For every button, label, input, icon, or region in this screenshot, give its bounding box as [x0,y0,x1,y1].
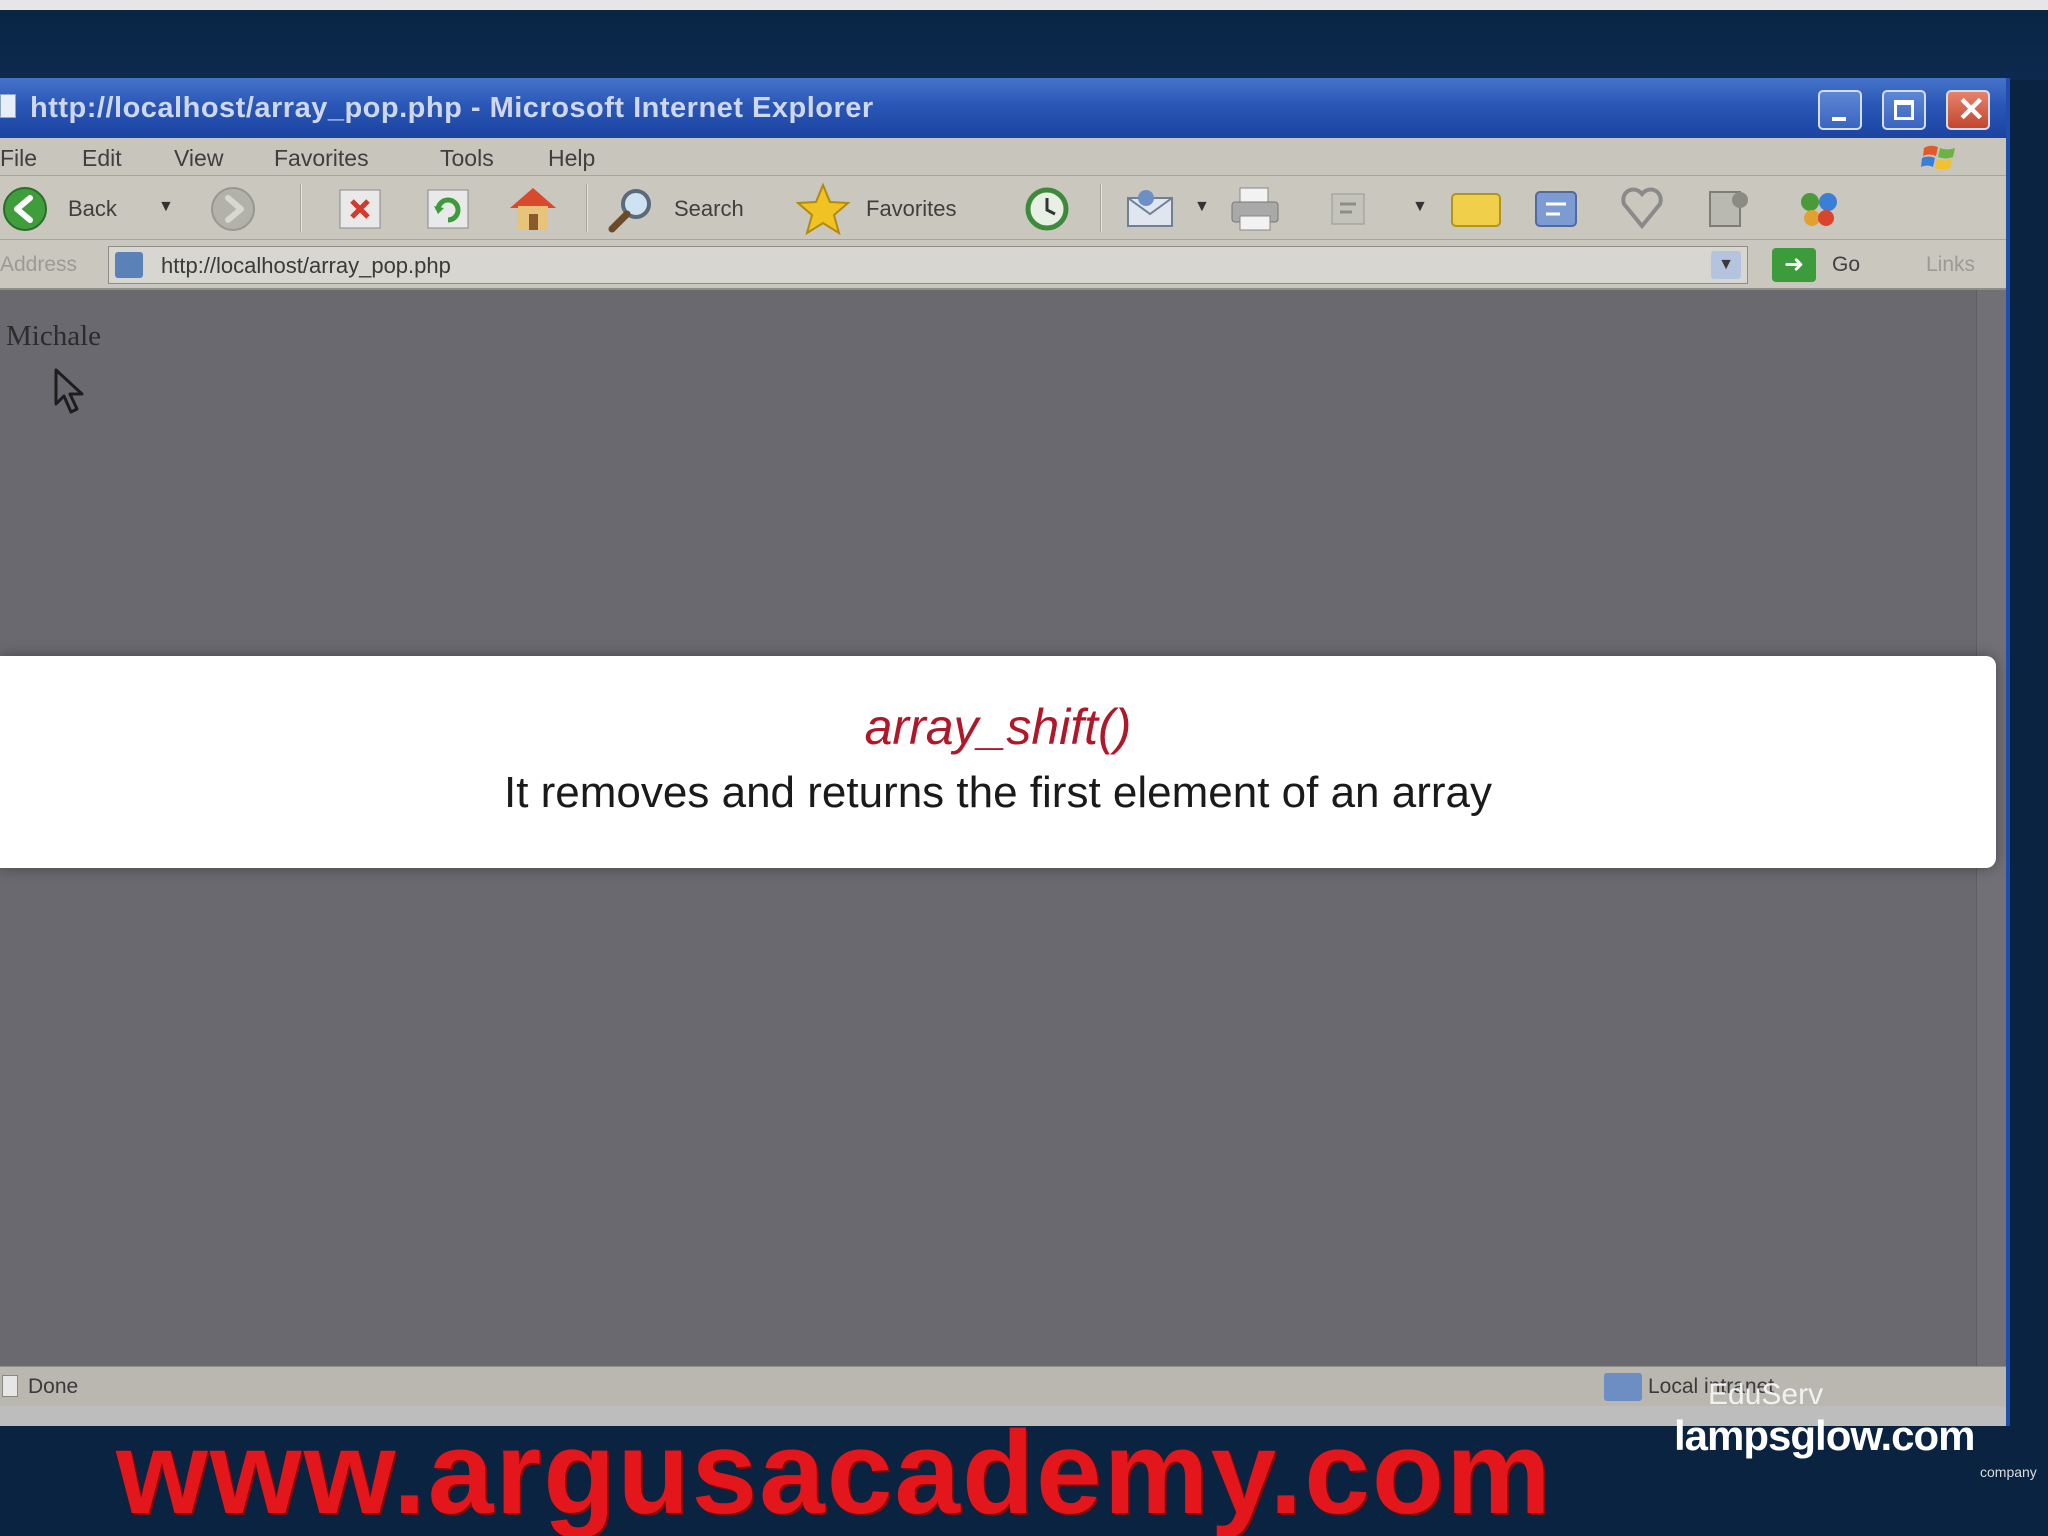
forward-arrow-icon[interactable] [210,186,256,232]
back-arrow-icon[interactable] [2,186,48,232]
page-output-text: Michale [6,320,102,352]
address-bar: Address http://localhost/array_pop.php ▼… [0,240,2006,290]
logo-watermark-sub: company [1980,1464,2037,1480]
status-text: Done [28,1375,79,1398]
mail-icon[interactable] [1124,186,1184,232]
menu-tools[interactable]: Tools [440,145,494,172]
maximize-button[interactable] [1882,90,1926,130]
function-name: array_shift() [864,699,1132,755]
discuss-icon[interactable] [1448,186,1506,232]
toolbar-separator [586,184,588,232]
tools-extension-icon[interactable] [1700,184,1756,234]
logo-watermark: EduServ lampsglow.com company [1668,1378,2048,1498]
edit-dropdown-icon[interactable]: ▼ [1412,198,1428,216]
logo-watermark-main: lampsglow.com [1674,1412,1976,1459]
top-strip [0,0,2048,10]
messenger-icon[interactable] [1530,184,1586,234]
back-dropdown-icon[interactable]: ▼ [158,198,174,216]
go-button[interactable]: Go [1832,253,1860,277]
address-url[interactable]: http://localhost/array_pop.php [161,253,451,279]
favorites-star-icon[interactable] [794,182,852,236]
function-description: It removes and returns the first element… [503,768,1492,817]
research-icon[interactable] [1614,184,1670,234]
menu-view[interactable]: View [174,145,223,172]
close-icon: ✕ [1957,91,1986,129]
links-button[interactable]: Links [1926,253,1975,277]
windows-logo-icon [1921,145,1955,170]
toolbar-separator [300,184,302,232]
go-arrow-icon[interactable]: ➜ [1772,248,1816,282]
ie-page-icon [0,94,16,118]
menu-help[interactable]: Help [548,145,595,172]
maximize-icon [1894,100,1914,120]
mouse-cursor-icon [54,368,84,414]
home-icon[interactable] [504,182,562,234]
window-title: http://localhost/array_pop.php - Microso… [30,92,874,124]
minimize-icon [1832,117,1846,121]
page-status-icon [2,1375,18,1397]
toolbar-separator [1100,184,1102,232]
site-watermark: www.argusacademy.com [116,1407,1553,1536]
minimize-button[interactable] [1818,90,1862,130]
tutorial-caption-banner: array_shift() It removes and returns the… [0,656,1996,868]
print-icon[interactable] [1226,184,1286,234]
logo-watermark-top: EduServ [1708,1378,1824,1411]
address-dropdown-icon[interactable]: ▼ [1711,251,1741,279]
address-label: Address [0,253,78,276]
desktop-background [0,10,2048,80]
menu-bar: File Edit View Favorites Tools Help [0,138,2006,176]
close-button[interactable]: ✕ [1946,90,1990,130]
mail-dropdown-icon[interactable]: ▼ [1194,198,1210,216]
intranet-zone-icon [1604,1373,1642,1401]
page-favicon-icon [115,252,143,278]
refresh-icon[interactable] [424,186,472,232]
favorites-label[interactable]: Favorites [866,196,956,222]
title-bar[interactable]: http://localhost/array_pop.php - Microso… [0,78,2006,138]
address-field[interactable]: http://localhost/array_pop.php ▼ [108,246,1748,284]
menu-file[interactable]: File [0,145,37,172]
history-icon[interactable] [1022,186,1072,232]
menu-edit[interactable]: Edit [82,145,122,172]
back-label[interactable]: Back [68,196,117,222]
edit-icon[interactable] [1326,188,1372,230]
search-icon[interactable] [604,184,660,234]
stop-icon[interactable] [336,186,384,232]
msn-butterfly-icon[interactable] [1790,182,1850,236]
menu-favorites[interactable]: Favorites [274,145,369,172]
standard-toolbar: Back ▼ Search Favorites ▼ ▼ [0,176,2006,240]
search-label[interactable]: Search [674,196,744,222]
